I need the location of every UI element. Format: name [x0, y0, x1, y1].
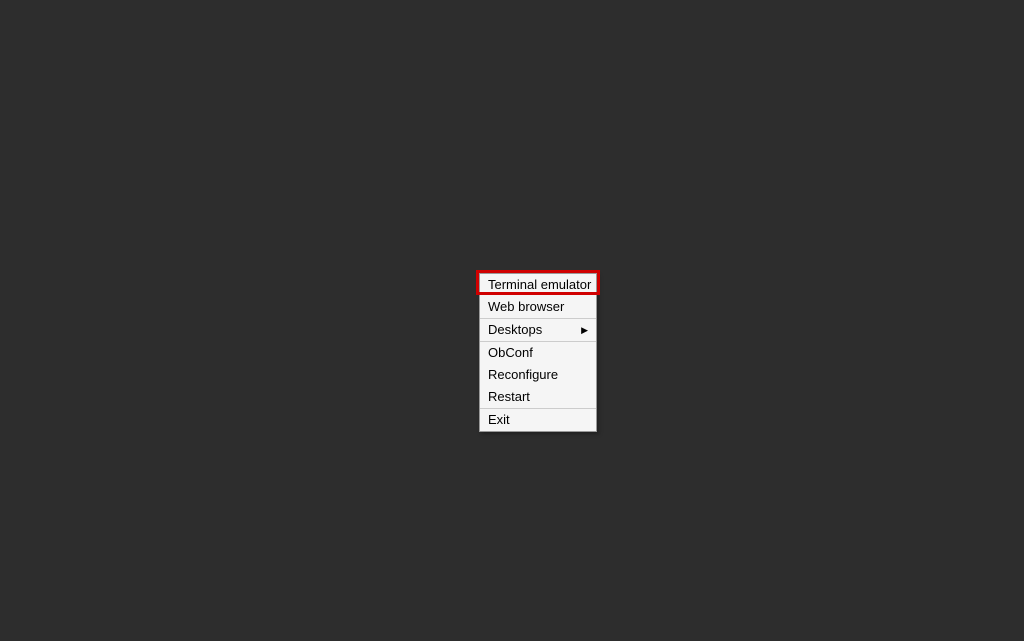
menu-item-desktops[interactable]: Desktops ▶ — [480, 319, 596, 341]
menu-item-terminal-emulator[interactable]: Terminal emulator — [480, 274, 596, 296]
menu-item-label: Restart — [488, 388, 530, 406]
menu-item-label: Terminal emulator — [488, 276, 591, 294]
openbox-context-menu: Terminal emulator Web browser Desktops ▶… — [479, 273, 597, 432]
menu-item-obconf[interactable]: ObConf — [480, 342, 596, 364]
menu-item-label: ObConf — [488, 344, 533, 362]
menu-section: ObConf Reconfigure Restart — [480, 342, 596, 409]
menu-item-restart[interactable]: Restart — [480, 386, 596, 408]
menu-item-label: Reconfigure — [488, 366, 558, 384]
menu-item-reconfigure[interactable]: Reconfigure — [480, 364, 596, 386]
menu-item-exit[interactable]: Exit — [480, 409, 596, 431]
menu-item-label: Desktops — [488, 321, 542, 339]
menu-item-web-browser[interactable]: Web browser — [480, 296, 596, 318]
chevron-right-icon: ▶ — [581, 321, 588, 339]
menu-section: Desktops ▶ — [480, 319, 596, 342]
menu-section: Exit — [480, 409, 596, 431]
menu-item-label: Web browser — [488, 298, 564, 316]
menu-section: Terminal emulator Web browser — [480, 274, 596, 319]
menu-item-label: Exit — [488, 411, 510, 429]
